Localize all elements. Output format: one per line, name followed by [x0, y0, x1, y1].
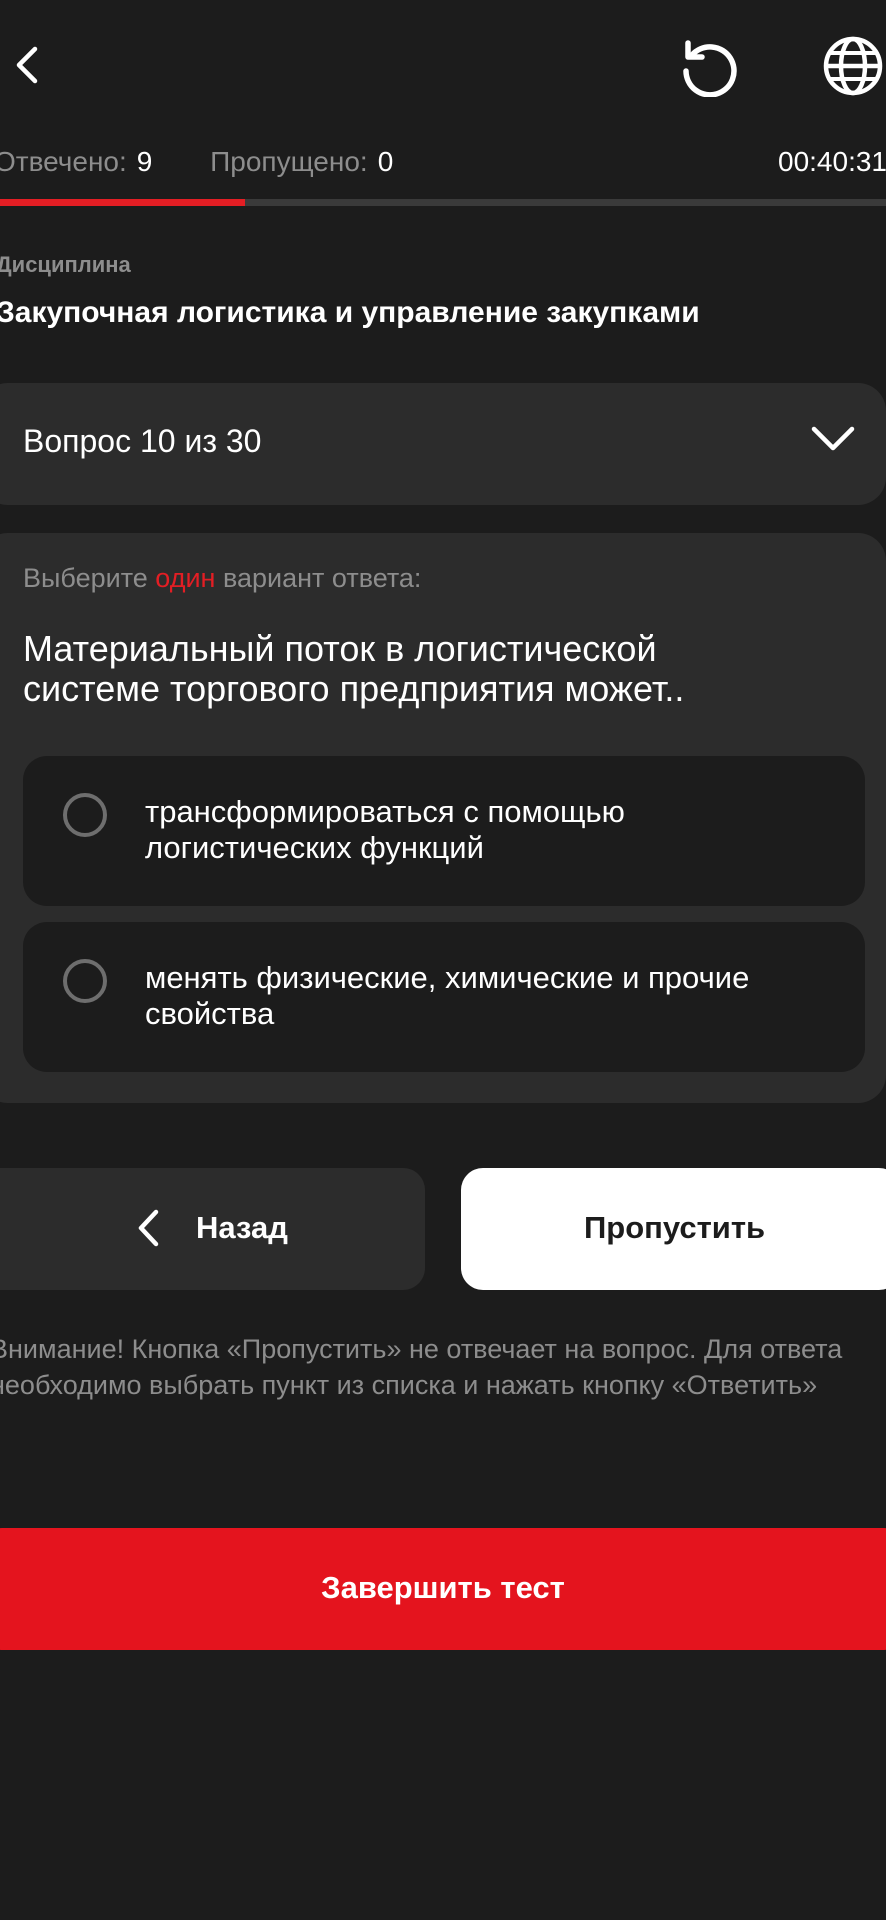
- globe-icon: [823, 36, 883, 96]
- finish-test-label: Завершить тест: [321, 1570, 565, 1605]
- timer: 00:40:31: [778, 146, 886, 177]
- back-icon-button[interactable]: [0, 40, 50, 90]
- skipped-label: Пропущено:: [210, 146, 368, 177]
- answer-option-label: менять физические, химические и прочие с…: [145, 960, 750, 1031]
- chevron-down-icon: [811, 426, 855, 451]
- question-text: Материальный поток в логистической систе…: [23, 628, 685, 709]
- question-number: Вопрос 10 из 30: [23, 423, 262, 459]
- skip-button[interactable]: Пропустить: [461, 1168, 886, 1290]
- skip-warning: Внимание! Кнопка «Пропустить» не отвечае…: [0, 1334, 843, 1400]
- skip-button-label: Пропустить: [584, 1210, 766, 1245]
- instruction-text-end: вариант ответа:: [215, 563, 422, 593]
- test-stats: Отвечено: 9 Пропущено: 0: [0, 142, 393, 182]
- discipline-title: Закупочная логистика и управление закупк…: [0, 296, 700, 329]
- radio-button-icon[interactable]: [63, 959, 107, 1003]
- discipline-label: Дисциплина: [0, 252, 131, 277]
- progress-fill: [0, 199, 246, 206]
- instruction-accent: один: [155, 563, 216, 593]
- chevron-left-icon: [138, 1209, 159, 1247]
- answer-option[interactable]: трансформироваться с помощью логистическ…: [23, 756, 865, 906]
- finish-test-button[interactable]: Завершить тест: [0, 1528, 886, 1650]
- answer-option-label: трансформироваться с помощью логистическ…: [145, 794, 625, 865]
- skipped-count: 0: [377, 146, 394, 177]
- reset-button[interactable]: [676, 33, 742, 99]
- refresh-icon: [683, 40, 737, 97]
- question-card: Выберите один вариант ответа: Материальн…: [0, 533, 886, 1103]
- language-button[interactable]: [820, 33, 886, 99]
- question-selector[interactable]: Вопрос 10 из 30: [0, 383, 886, 505]
- answered-label: Отвечено:: [0, 146, 127, 177]
- answer-instruction: Выберите один вариант ответа:: [23, 563, 421, 594]
- answered-count: 9: [136, 146, 153, 177]
- back-button[interactable]: Назад: [0, 1168, 425, 1290]
- radio-button-icon[interactable]: [63, 793, 107, 837]
- progress-bar: [0, 199, 886, 206]
- answer-option[interactable]: менять физические, химические и прочие с…: [23, 922, 865, 1072]
- chevron-left-icon: [16, 46, 38, 84]
- instruction-text: Выберите: [23, 563, 156, 593]
- back-button-label: Назад: [196, 1210, 288, 1245]
